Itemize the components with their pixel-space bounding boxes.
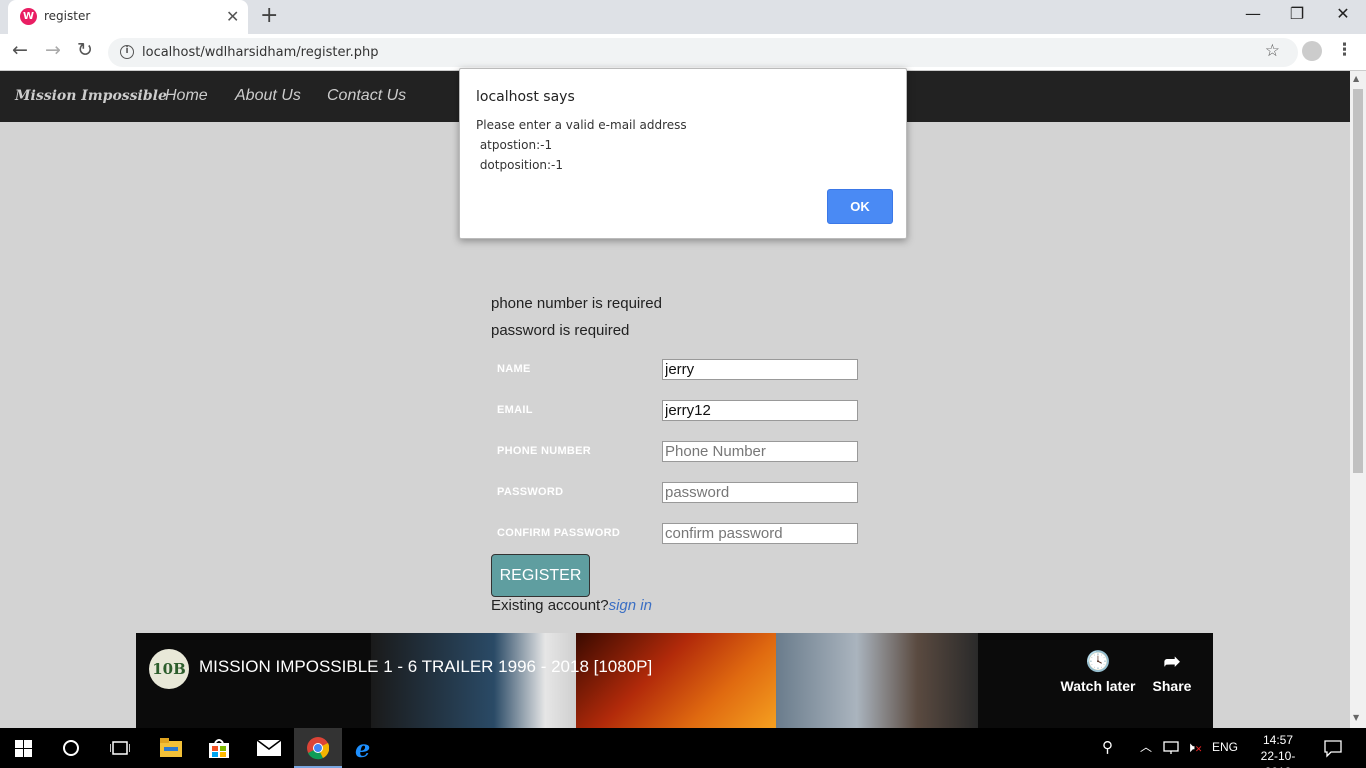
name-label: NAME bbox=[497, 363, 531, 375]
sign-in-link[interactable]: sign in bbox=[609, 597, 652, 614]
tab-register[interactable]: W register ✕ bbox=[8, 0, 248, 34]
video-title[interactable]: MISSION IMPOSSIBLE 1 - 6 TRAILER 1996 - … bbox=[199, 657, 652, 677]
language-indicator[interactable]: ENG bbox=[1212, 740, 1238, 754]
notification-icon[interactable] bbox=[1324, 739, 1342, 763]
favicon-icon: W bbox=[20, 8, 37, 25]
share-button[interactable]: ➦ Share bbox=[1132, 649, 1212, 694]
password-input[interactable] bbox=[662, 482, 858, 503]
phone-error-message: phone number is required bbox=[491, 295, 662, 312]
browser-tab-strip: W register ✕ + — ❐ ✕ bbox=[0, 0, 1366, 34]
alert-dialog: localhost says Please enter a valid e-ma… bbox=[459, 68, 907, 239]
close-window-button[interactable]: ✕ bbox=[1320, 4, 1366, 23]
scroll-thumb[interactable] bbox=[1353, 89, 1363, 473]
share-icon: ➦ bbox=[1163, 651, 1181, 673]
video-thumbnail-frame bbox=[371, 633, 576, 728]
people-icon[interactable]: ⚲ bbox=[1102, 738, 1113, 756]
watch-later-button[interactable]: 🕓 Watch later bbox=[1058, 649, 1138, 694]
address-bar[interactable]: i localhost/wdlharsidham/register.php ☆ bbox=[108, 38, 1298, 67]
mail-icon[interactable] bbox=[257, 740, 281, 764]
windows-start-icon[interactable] bbox=[15, 740, 32, 764]
reload-icon[interactable]: ↻ bbox=[77, 39, 93, 61]
dialog-title: localhost says bbox=[476, 89, 575, 105]
video-thumbnail-frame bbox=[576, 633, 776, 728]
embedded-video[interactable]: 10B MISSION IMPOSSIBLE 1 - 6 TRAILER 199… bbox=[136, 633, 1213, 728]
file-explorer-icon[interactable] bbox=[160, 738, 182, 762]
channel-logo[interactable]: 10B bbox=[149, 649, 189, 689]
scroll-down-arrow-icon[interactable]: ▼ bbox=[1353, 713, 1359, 722]
video-thumbnail-frame bbox=[776, 633, 978, 728]
dialog-message-line: Please enter a valid e-mail address bbox=[476, 118, 687, 132]
clock-time: 14:57 bbox=[1262, 733, 1294, 747]
chrome-icon[interactable] bbox=[307, 737, 329, 761]
network-icon[interactable] bbox=[1162, 741, 1180, 765]
confirm-password-input[interactable] bbox=[662, 523, 858, 544]
email-label: EMAIL bbox=[497, 404, 533, 416]
browser-menu-icon[interactable]: ⋮ bbox=[1336, 40, 1353, 60]
clock-icon: 🕓 bbox=[1085, 651, 1111, 673]
name-input[interactable] bbox=[662, 359, 858, 380]
browser-toolbar: ← → ↻ i localhost/wdlharsidham/register.… bbox=[0, 34, 1366, 71]
nav-link-home[interactable]: Home bbox=[165, 87, 208, 105]
minimize-button[interactable]: — bbox=[1230, 4, 1276, 23]
clock-date: 22-10-2018 bbox=[1260, 749, 1296, 768]
existing-account-label: Existing account? bbox=[491, 597, 609, 614]
existing-account-text: Existing account?sign in bbox=[491, 597, 652, 614]
profile-avatar-icon[interactable] bbox=[1302, 41, 1322, 61]
store-icon[interactable] bbox=[208, 737, 230, 761]
phone-label: PHONE NUMBER bbox=[497, 445, 592, 457]
phone-input[interactable] bbox=[662, 441, 858, 462]
bookmark-star-icon[interactable]: ☆ bbox=[1265, 41, 1280, 61]
new-tab-button[interactable]: + bbox=[260, 3, 278, 28]
watch-later-label: Watch later bbox=[1060, 678, 1136, 694]
scroll-up-arrow-icon[interactable]: ▲ bbox=[1353, 74, 1359, 83]
dialog-message-line: dotposition:-1 bbox=[476, 158, 564, 172]
tab-close-icon[interactable]: ✕ bbox=[226, 7, 239, 26]
confirm-password-label: CONFIRM PASSWORD bbox=[497, 527, 621, 539]
volume-muted-icon[interactable]: 🕨✕ bbox=[1186, 739, 1202, 756]
dialog-message-line: atpostion:-1 bbox=[476, 138, 553, 152]
site-brand[interactable]: Mission Impossible bbox=[15, 88, 167, 104]
password-label: PASSWORD bbox=[497, 486, 564, 498]
back-icon[interactable]: ← bbox=[12, 39, 28, 61]
password-error-message: password is required bbox=[491, 322, 630, 339]
nav-link-contact-us[interactable]: Contact Us bbox=[327, 87, 406, 105]
email-input[interactable] bbox=[662, 400, 858, 421]
windows-taskbar: e ⚲ ︿ 🕨✕ ENG 14:57 22-10-2018 bbox=[0, 728, 1366, 768]
edge-icon[interactable]: e bbox=[355, 734, 370, 763]
show-hidden-icons-icon[interactable]: ︿ bbox=[1140, 738, 1152, 755]
page-scrollbar[interactable]: ▲ ▼ bbox=[1350, 71, 1366, 728]
share-label: Share bbox=[1152, 678, 1192, 694]
task-view-icon[interactable] bbox=[110, 739, 130, 763]
url-text[interactable]: localhost/wdlharsidham/register.php bbox=[142, 45, 378, 60]
register-button[interactable]: REGISTER bbox=[491, 554, 590, 597]
forward-icon[interactable]: → bbox=[45, 39, 61, 61]
cortana-icon[interactable] bbox=[62, 739, 80, 763]
site-info-icon[interactable]: i bbox=[120, 45, 134, 59]
restore-button[interactable]: ❐ bbox=[1274, 4, 1320, 23]
taskbar-clock[interactable]: 14:57 22-10-2018 bbox=[1248, 732, 1308, 768]
tab-title: register bbox=[44, 9, 91, 23]
nav-link-about-us[interactable]: About Us bbox=[235, 87, 301, 105]
ok-button[interactable]: OK bbox=[827, 189, 893, 224]
